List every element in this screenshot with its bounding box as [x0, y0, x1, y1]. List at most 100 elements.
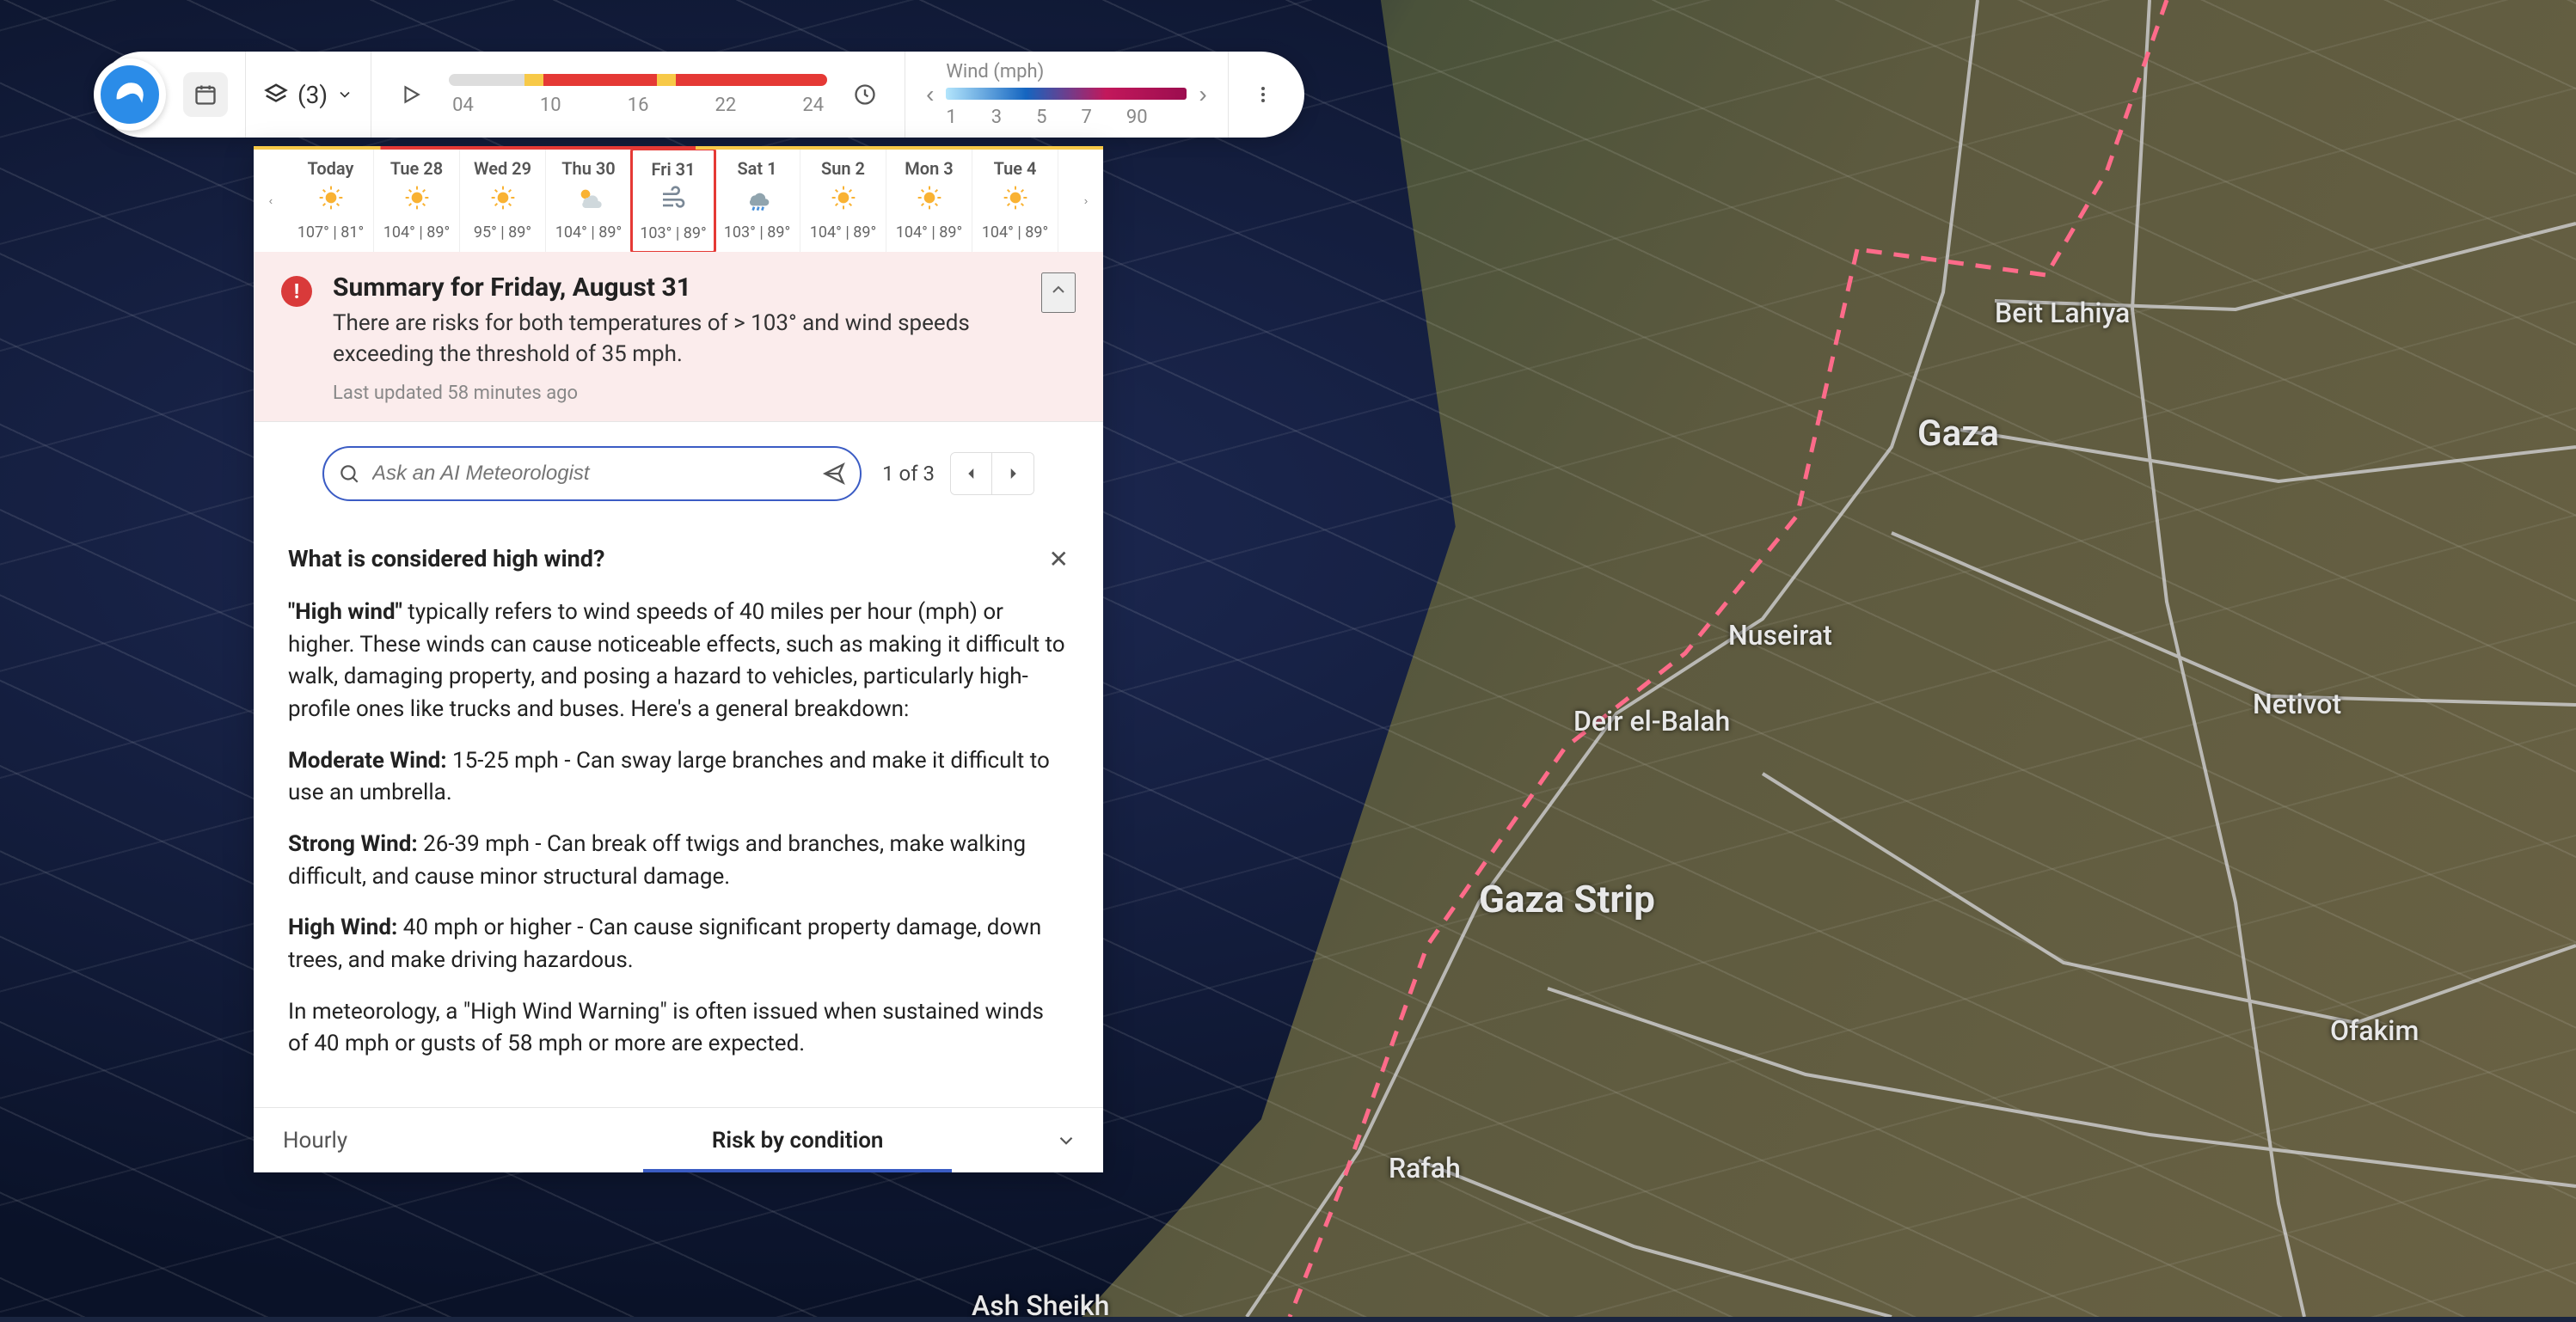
summary-collapse[interactable]	[1041, 272, 1076, 313]
day-label: Tue 28	[390, 158, 443, 179]
timeline-tick: 16	[628, 95, 649, 116]
map-place-label: Deir el-Balah	[1573, 705, 1730, 738]
scale-next[interactable]: ›	[1195, 81, 1210, 108]
article-question: What is considered high wind?	[288, 542, 604, 576]
day-card[interactable]: Sun 2 104° | 89°	[800, 150, 886, 252]
weather-icon	[403, 184, 431, 218]
day-card[interactable]: Today 107° | 81°	[288, 150, 374, 252]
weather-icon	[1002, 184, 1029, 218]
windscale-tick: 3	[991, 107, 1002, 128]
day-card[interactable]: Wed 29 95° | 89°	[460, 150, 546, 252]
day-label: Wed 29	[474, 158, 531, 179]
calendar-button[interactable]	[183, 72, 228, 117]
wind-scale: Wind (mph) 135790	[937, 61, 1195, 128]
day-card[interactable]: Sat 1 103° | 89°	[715, 150, 800, 252]
top-toolbar: (3) 0410162224 ‹ Wind (mph) 135790 ›	[99, 52, 1304, 138]
article-intro-bold: "High wind"	[288, 599, 402, 625]
day-temps: 107° | 81°	[297, 223, 364, 242]
pager: 1 of 3	[882, 452, 1034, 495]
day-label: Thu 30	[561, 158, 615, 179]
summary-box: ! Summary for Friday, August 31 There ar…	[254, 252, 1103, 422]
weather-icon	[744, 184, 771, 218]
timeline-tick: 10	[540, 95, 561, 116]
summary-text: There are risks for both temperatures of…	[333, 308, 1021, 370]
timeline-tick: 22	[715, 95, 737, 116]
windscale-tick: 7	[1082, 107, 1092, 128]
wind-gradient	[946, 88, 1187, 100]
forecast-panel: ‹ Today 107° | 81°Tue 28 104° | 89°Wed 2…	[254, 146, 1103, 1172]
day-temps: 104° | 89°	[982, 223, 1048, 242]
article-high-label: High Wind:	[288, 915, 397, 940]
day-card[interactable]: Mon 3 104° | 89°	[886, 150, 972, 252]
day-temps: 103° | 89°	[640, 224, 706, 242]
day-label: Fri 31	[652, 159, 696, 180]
timeline-tick: 04	[452, 95, 474, 116]
weather-icon	[659, 185, 687, 219]
weather-icon	[489, 184, 517, 218]
map-place-label: Rafah	[1389, 1152, 1461, 1184]
bottom-tabs: Hourly Risk by condition	[254, 1107, 1103, 1172]
daystrip-next[interactable]: ›	[1069, 158, 1103, 244]
daystrip-prev[interactable]: ‹	[254, 158, 288, 244]
day-card[interactable]: Tue 28 104° | 89°	[374, 150, 460, 252]
search-icon	[338, 462, 360, 485]
day-label: Today	[308, 158, 354, 179]
chevron-down-icon	[336, 86, 353, 103]
day-temps: 95° | 89°	[474, 223, 531, 242]
article-high-text: 40 mph or higher - Can cause significant…	[288, 915, 1041, 973]
scale-prev[interactable]: ‹	[923, 81, 937, 108]
map-place-label: Ash Sheikh	[972, 1289, 1109, 1322]
day-label: Sat 1	[737, 158, 776, 179]
pager-next[interactable]	[992, 453, 1033, 494]
article-close[interactable]: ✕	[1049, 545, 1069, 573]
day-card[interactable]: Tue 4 104° | 89°	[972, 150, 1058, 252]
day-temps: 103° | 89°	[724, 223, 790, 242]
ask-row: 1 of 3	[254, 422, 1103, 525]
day-card[interactable]: Fri 31 103° | 89°	[630, 150, 716, 252]
chevron-up-icon	[1048, 279, 1069, 300]
tabs-expand[interactable]	[1055, 1108, 1103, 1172]
weather-icon	[916, 184, 943, 218]
summary-title: Summary for Friday, August 31	[333, 272, 1021, 303]
article-footer: In meteorology, a "High Wind Warning" is…	[288, 996, 1069, 1061]
send-icon[interactable]	[822, 462, 846, 486]
article-intro-rest: typically refers to wind speeds of 40 mi…	[288, 599, 1065, 722]
layers-button[interactable]: (3)	[263, 81, 353, 109]
map-place-label: Gaza Strip	[1479, 877, 1655, 921]
windscale-tick: 5	[1036, 107, 1046, 128]
ask-input[interactable]	[360, 462, 822, 486]
map-place-label: Nuseirat	[1728, 619, 1832, 652]
article-mod-label: Moderate Wind:	[288, 748, 447, 774]
article-body: What is considered high wind? ✕ "High wi…	[254, 525, 1103, 1107]
summary-updated: Last updated 58 minutes ago	[333, 383, 1021, 404]
weather-icon	[317, 184, 345, 218]
day-label: Mon 3	[905, 158, 953, 179]
weather-icon	[575, 184, 603, 218]
play-button[interactable]	[389, 72, 433, 117]
pager-label: 1 of 3	[882, 462, 935, 486]
map-place-label: Beit Lahiya	[1995, 297, 2130, 329]
day-temps: 104° | 89°	[810, 223, 876, 242]
tab-risk[interactable]: Risk by condition	[540, 1108, 1055, 1172]
day-label: Sun 2	[821, 158, 865, 179]
timeline-slider[interactable]: 04 10 16 22 24	[449, 74, 827, 116]
tab-hourly[interactable]: Hourly	[254, 1108, 540, 1172]
day-temps: 104° | 89°	[383, 223, 450, 242]
day-strip: Today 107° | 81°Tue 28 104° | 89°Wed 29 …	[288, 150, 1069, 252]
day-label: Tue 4	[994, 158, 1037, 179]
article-strong-label: Strong Wind:	[288, 831, 418, 857]
windscale-tick: 90	[1126, 107, 1148, 128]
clock-button[interactable]	[843, 72, 887, 117]
map-place-label: Gaza	[1917, 413, 1999, 455]
more-menu[interactable]	[1246, 77, 1280, 112]
pager-prev[interactable]	[951, 453, 992, 494]
ask-field[interactable]	[322, 446, 862, 501]
weather-icon	[830, 184, 857, 218]
timeline-tick: 24	[802, 95, 824, 116]
app-logo[interactable]	[94, 58, 166, 131]
day-temps: 104° | 89°	[555, 223, 622, 242]
map-place-label: Ofakim	[2330, 1014, 2419, 1047]
day-temps: 104° | 89°	[896, 223, 962, 242]
layers-count: (3)	[297, 81, 328, 109]
day-card[interactable]: Thu 30 104° | 89°	[546, 150, 632, 252]
